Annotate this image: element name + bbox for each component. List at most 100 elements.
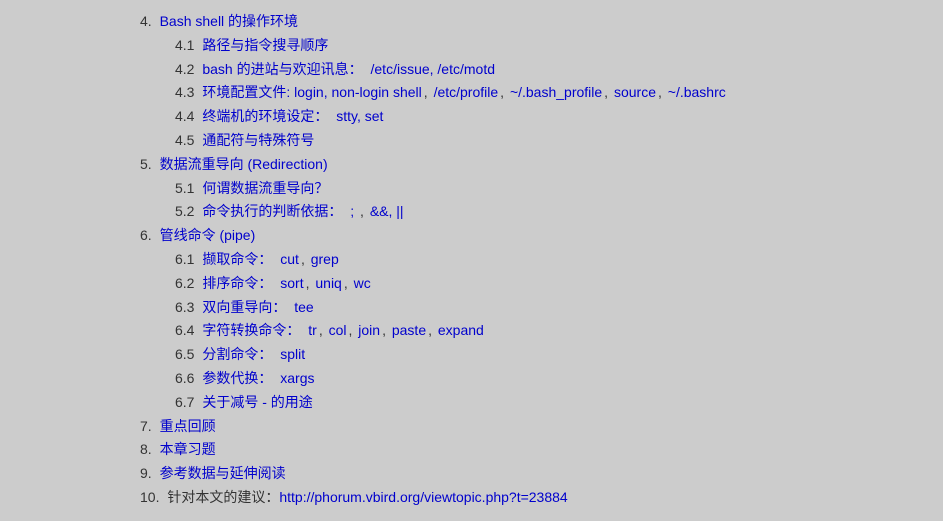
subsection-number: 6.5 <box>175 346 198 362</box>
subsection-link[interactable]: join <box>358 322 380 338</box>
section-number: 4. <box>140 13 156 29</box>
section-title-link[interactable]: 管线命令 (pipe) <box>160 227 256 243</box>
subsection-link[interactable]: 路径与指令搜寻顺序 <box>202 37 328 53</box>
toc-section: 8. 本章习题 <box>140 438 943 462</box>
subsection-link[interactable]: xargs <box>280 370 314 386</box>
subsection-link[interactable]: /etc/issue, /etc/motd <box>371 61 496 77</box>
toc-subsection: 6.6 参数代换： xargs <box>175 367 943 391</box>
section-number: 8. <box>140 441 156 457</box>
subsection-link[interactable]: 参数代换： <box>202 370 272 386</box>
separator: , <box>500 84 508 100</box>
subsection-link[interactable]: expand <box>438 322 484 338</box>
subsection-link[interactable]: 环境配置文件: login, non-login shell <box>202 84 421 100</box>
separator <box>274 370 278 386</box>
subsection-link[interactable]: ~/.bash_profile <box>510 84 602 100</box>
subsection-link[interactable]: uniq <box>315 275 341 291</box>
separator <box>344 203 348 219</box>
subsection-number: 4.3 <box>175 84 198 100</box>
section-number: 5. <box>140 156 156 172</box>
subsection-number: 6.3 <box>175 299 198 315</box>
toc-subsection: 5.2 命令执行的判断依据： ; , &&, || <box>175 200 943 224</box>
subsection-link[interactable]: 撷取命令： <box>202 251 272 267</box>
toc-section: 7. 重点回顾 <box>140 415 943 439</box>
toc-subsection: 6.5 分割命令： split <box>175 343 943 367</box>
subsection-link[interactable]: split <box>280 346 305 362</box>
section-number: 9. <box>140 465 156 481</box>
subsection-link[interactable]: 双向重导向： <box>202 299 286 315</box>
subsection-link[interactable]: tee <box>294 299 313 315</box>
separator: , <box>349 322 357 338</box>
toc-subsection: 4.3 环境配置文件: login, non-login shell, /etc… <box>175 81 943 105</box>
subsection-number: 6.7 <box>175 394 198 410</box>
subsection-link[interactable]: cut <box>280 251 299 267</box>
section-title-link[interactable]: 参考数据与延伸阅读 <box>160 465 286 481</box>
separator: , <box>424 84 432 100</box>
subsection-link[interactable]: &&, || <box>370 203 404 219</box>
subsection-link[interactable]: 何谓数据流重导向？ <box>202 180 328 196</box>
toc-subsection: 6.4 字符转换命令： tr, col, join, paste, expand <box>175 319 943 343</box>
toc-subsection: 6.2 排序命令： sort, uniq, wc <box>175 272 943 296</box>
toc-subsection: 4.2 bash 的进站与欢迎讯息： /etc/issue, /etc/motd <box>175 58 943 82</box>
subsection-number: 5.2 <box>175 203 198 219</box>
subsection-link[interactable]: ~/.bashrc <box>668 84 726 100</box>
subsection-number: 4.1 <box>175 37 198 53</box>
table-of-contents: 4. Bash shell 的操作环境4.1 路径与指令搜寻顺序4.2 bash… <box>0 10 943 510</box>
section-title-link[interactable]: 数据流重导向 (Redirection) <box>160 156 328 172</box>
separator: , <box>428 322 436 338</box>
toc-section: 5. 数据流重导向 (Redirection) <box>140 153 943 177</box>
separator: , <box>382 322 390 338</box>
separator: , <box>658 84 666 100</box>
subsection-link[interactable]: grep <box>311 251 339 267</box>
toc-subsection: 4.5 通配符与特殊符号 <box>175 129 943 153</box>
subsection-link[interactable]: sort <box>280 275 303 291</box>
subsection-link[interactable]: 字符转换命令： <box>202 322 300 338</box>
separator <box>330 108 334 124</box>
separator <box>302 322 306 338</box>
subsection-link[interactable]: bash 的进站与欢迎讯息： <box>202 61 362 77</box>
subsection-number: 6.6 <box>175 370 198 386</box>
subsection-number: 4.4 <box>175 108 198 124</box>
section-title-link[interactable]: 重点回顾 <box>160 418 216 434</box>
subsection-link[interactable]: paste <box>392 322 426 338</box>
section-number: 6. <box>140 227 156 243</box>
separator <box>288 299 292 315</box>
separator: , <box>356 203 368 219</box>
section-title-link[interactable]: 本章习题 <box>160 441 216 457</box>
toc-subsection: 6.1 撷取命令： cut, grep <box>175 248 943 272</box>
section-number: 7. <box>140 418 156 434</box>
toc-section: 4. Bash shell 的操作环境 <box>140 10 943 34</box>
subsection-link[interactable]: /etc/profile <box>434 84 499 100</box>
toc-subsection: 6.7 关于减号 - 的用途 <box>175 391 943 415</box>
subsection-link[interactable]: tr <box>308 322 317 338</box>
section-title-link[interactable]: Bash shell 的操作环境 <box>160 13 298 29</box>
toc-subsection: 4.4 终端机的环境设定： stty, set <box>175 105 943 129</box>
subsection-link[interactable]: wc <box>354 275 371 291</box>
subsection-link[interactable]: 通配符与特殊符号 <box>202 132 314 148</box>
subsection-link[interactable]: source <box>614 84 656 100</box>
subsection-number: 4.5 <box>175 132 198 148</box>
subsection-link[interactable]: col <box>329 322 347 338</box>
subsection-link[interactable]: 分割命令： <box>202 346 272 362</box>
subsection-number: 6.4 <box>175 322 198 338</box>
subsection-link[interactable]: 关于减号 - 的用途 <box>202 394 312 410</box>
subsection-number: 4.2 <box>175 61 198 77</box>
toc-section: 9. 参考数据与延伸阅读 <box>140 462 943 486</box>
subsection-link[interactable]: 排序命令： <box>202 275 272 291</box>
separator <box>274 275 278 291</box>
subsection-number: 6.2 <box>175 275 198 291</box>
separator <box>274 251 278 267</box>
section-text: 针对本文的建议： <box>167 489 279 505</box>
subsection-link[interactable]: ; <box>350 203 354 219</box>
separator: , <box>604 84 612 100</box>
separator <box>365 61 369 77</box>
subsection-link[interactable]: stty, set <box>336 108 383 124</box>
toc-subsection: 5.1 何谓数据流重导向？ <box>175 177 943 201</box>
toc-section: 6. 管线命令 (pipe) <box>140 224 943 248</box>
toc-subsection: 6.3 双向重导向： tee <box>175 296 943 320</box>
subsection-link[interactable]: 终端机的环境设定： <box>202 108 328 124</box>
forum-url-link[interactable]: http://phorum.vbird.org/viewtopic.php?t=… <box>279 489 567 505</box>
separator: , <box>344 275 352 291</box>
separator: , <box>301 251 309 267</box>
subsection-link[interactable]: 命令执行的判断依据： <box>202 203 342 219</box>
separator: , <box>319 322 327 338</box>
